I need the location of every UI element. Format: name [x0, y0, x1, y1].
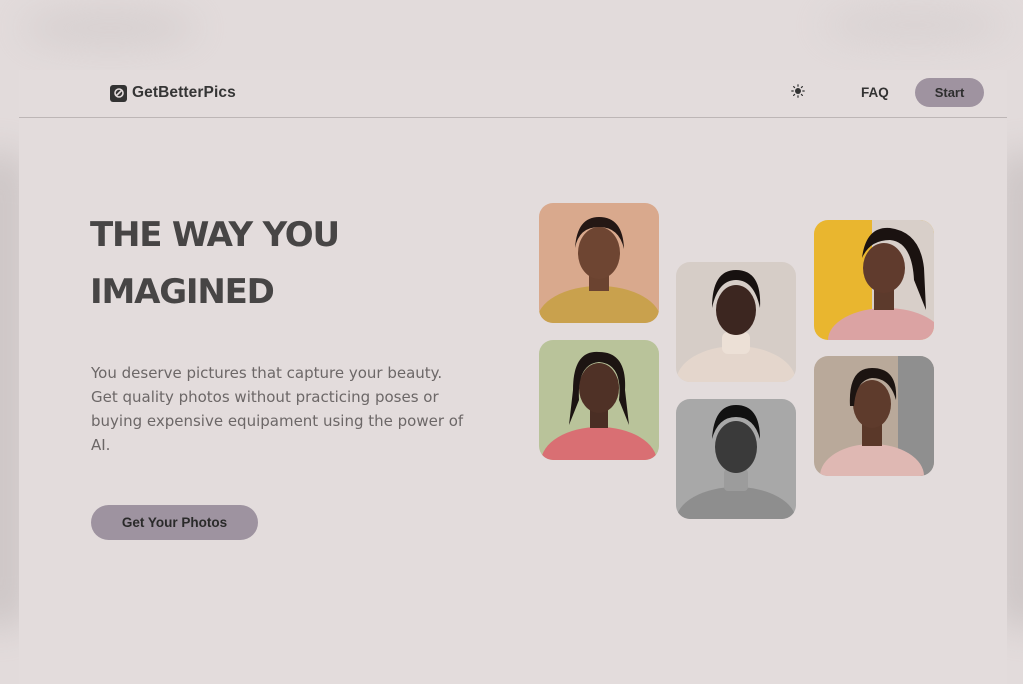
hero-title-line-2: IMAGINED	[90, 272, 275, 312]
portrait-image	[676, 262, 796, 382]
start-button[interactable]: Start	[915, 78, 984, 107]
portrait-image	[814, 356, 934, 476]
portrait-image	[814, 220, 934, 340]
gallery-photo	[814, 356, 934, 476]
backdrop-blur	[20, 8, 200, 48]
gallery-photo	[814, 220, 934, 340]
gallery-photo	[539, 203, 659, 323]
sun-icon	[791, 83, 805, 103]
hero-title: THE WAY YOU IMAGINED	[90, 207, 450, 321]
gallery-photo	[676, 399, 796, 519]
camera-logo-icon	[110, 84, 127, 102]
portrait-image	[676, 399, 796, 519]
theme-toggle-button[interactable]	[789, 83, 807, 103]
gallery-photo	[676, 262, 796, 382]
landing-page: GetBetterPics FAQ Start THE WAY YOU IMAG…	[19, 70, 1007, 684]
backdrop-blur	[820, 5, 1010, 45]
hero-description: You deserve pictures that capture your b…	[91, 364, 464, 454]
portrait-image	[539, 203, 659, 323]
faq-link[interactable]: FAQ	[861, 85, 889, 100]
portrait-image	[539, 340, 659, 460]
brand-name: GetBetterPics	[132, 84, 236, 101]
gallery-photo	[539, 340, 659, 460]
get-your-photos-button[interactable]: Get Your Photos	[91, 505, 258, 540]
hero-title-line-1: THE WAY YOU	[90, 215, 340, 255]
brand-logo-link[interactable]: GetBetterPics	[110, 84, 236, 102]
top-navbar: GetBetterPics FAQ Start	[19, 70, 1007, 118]
